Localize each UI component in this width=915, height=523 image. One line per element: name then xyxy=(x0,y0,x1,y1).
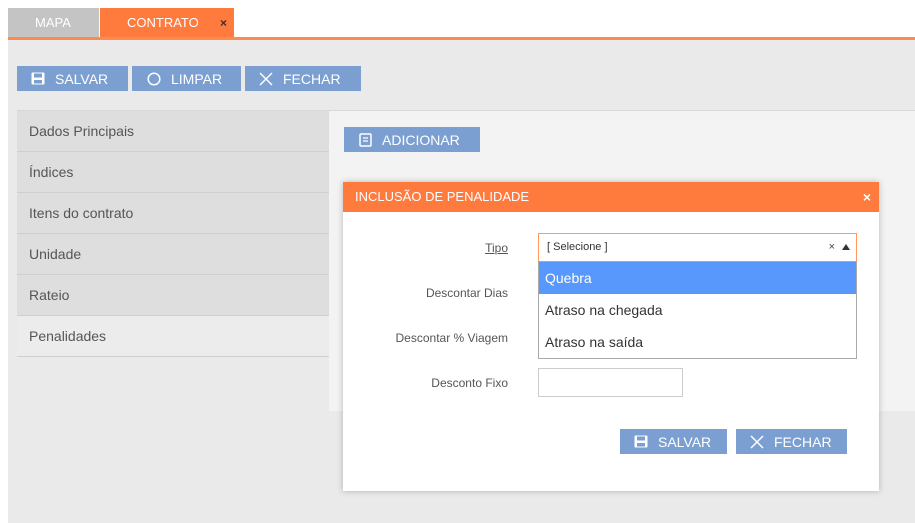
modal-save-label: SALVAR xyxy=(658,433,712,450)
tipo-dropdown: Quebra Atraso na chegada Atraso na saída xyxy=(538,261,857,359)
sidebar-item-indices[interactable]: Índices xyxy=(17,152,329,193)
toolbar: SALVAR LIMPAR FECHAR xyxy=(17,66,361,91)
x-icon xyxy=(748,434,766,449)
option-atraso-chegada[interactable]: Atraso na chegada xyxy=(539,294,856,326)
sidebar-item-itens-contrato[interactable]: Itens do contrato xyxy=(17,193,329,234)
close-button[interactable]: FECHAR xyxy=(245,66,361,91)
modal-title: INCLUSÃO DE PENALIDADE xyxy=(355,189,530,204)
save-button[interactable]: SALVAR xyxy=(17,66,128,91)
clear-button-label: LIMPAR xyxy=(171,70,223,87)
sidebar-item-unidade[interactable]: Unidade xyxy=(17,234,329,275)
modal-save-button[interactable]: SALVAR xyxy=(620,429,727,454)
tab-close-icon[interactable]: × xyxy=(220,8,227,38)
add-button[interactable]: ADICIONAR xyxy=(344,127,480,152)
tab-contrato[interactable]: CONTRATO × xyxy=(100,8,234,38)
descontar-viagem-label: Descontar % Viagem xyxy=(395,331,509,345)
close-button-label: FECHAR xyxy=(283,70,341,87)
desconto-fixo-label: Desconto Fixo xyxy=(431,376,508,390)
penalty-modal: INCLUSÃO DE PENALIDADE × Tipo Descontar … xyxy=(343,182,879,491)
caret-up-icon[interactable] xyxy=(842,244,850,250)
sidebar-item-penalidades[interactable]: Penalidades xyxy=(17,316,329,357)
desconto-fixo-input[interactable] xyxy=(538,368,683,397)
circle-icon xyxy=(145,71,163,86)
tipo-select[interactable]: [ Selecione ] × xyxy=(538,233,857,262)
save-button-label: SALVAR xyxy=(55,70,109,87)
modal-close-label: FECHAR xyxy=(774,433,832,450)
modal-close-icon[interactable]: × xyxy=(863,182,871,212)
descontar-dias-label: Descontar Dias xyxy=(425,286,508,300)
sidebar: Dados Principais Índices Itens do contra… xyxy=(17,111,329,357)
save-icon xyxy=(632,435,650,448)
x-icon xyxy=(257,71,275,86)
option-atraso-saida[interactable]: Atraso na saída xyxy=(539,326,856,358)
tab-mapa[interactable]: MAPA xyxy=(8,8,99,38)
select-clear-icon[interactable]: × xyxy=(829,234,835,261)
option-quebra[interactable]: Quebra xyxy=(539,262,856,294)
document-icon xyxy=(356,132,374,147)
tipo-select-value: [ Selecione ] xyxy=(547,241,608,253)
modal-header: INCLUSÃO DE PENALIDADE × xyxy=(343,182,879,212)
add-button-label: ADICIONAR xyxy=(382,131,460,148)
tab-contrato-label: CONTRATO xyxy=(127,15,199,30)
save-icon xyxy=(29,72,47,85)
clear-button[interactable]: LIMPAR xyxy=(132,66,241,91)
modal-close-button[interactable]: FECHAR xyxy=(736,429,847,454)
sidebar-item-rateio[interactable]: Rateio xyxy=(17,275,329,316)
tab-bar: MAPA CONTRATO × xyxy=(8,8,234,38)
sidebar-item-dados-principais[interactable]: Dados Principais xyxy=(17,111,329,152)
tipo-label: Tipo xyxy=(485,241,508,255)
